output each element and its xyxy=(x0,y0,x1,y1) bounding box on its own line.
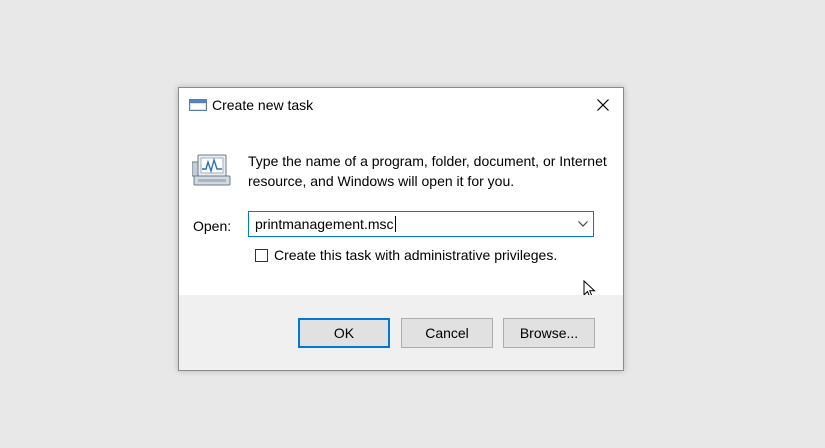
admin-privileges-row[interactable]: Create this task with administrative pri… xyxy=(255,246,557,264)
admin-privileges-label: Create this task with administrative pri… xyxy=(274,247,558,263)
combo-dropdown-button[interactable] xyxy=(573,212,593,236)
open-label: Open: xyxy=(193,218,232,234)
admin-privileges-checkbox[interactable] xyxy=(255,248,268,262)
close-button[interactable] xyxy=(583,88,623,122)
dialog-body: Type the name of a program, folder, docu… xyxy=(179,122,623,299)
ok-button[interactable]: OK xyxy=(298,318,390,348)
dialog-footer: OK Cancel Browse... xyxy=(179,295,623,370)
run-window-icon xyxy=(189,97,207,113)
open-input-value: printmanagement.msc xyxy=(255,216,394,232)
title-bar: Create new task xyxy=(179,88,623,122)
create-new-task-dialog: Create new task Type the name of a progr… xyxy=(178,87,624,371)
close-icon xyxy=(597,99,609,111)
open-input[interactable]: printmanagement.msc xyxy=(255,216,396,232)
chevron-down-icon xyxy=(578,221,588,227)
open-combobox[interactable]: printmanagement.msc xyxy=(248,211,594,237)
cancel-button[interactable]: Cancel xyxy=(401,318,493,348)
dialog-title: Create new task xyxy=(212,97,314,113)
dialog-description: Type the name of a program, folder, docu… xyxy=(248,153,607,189)
browse-button[interactable]: Browse... xyxy=(503,318,595,348)
text-caret xyxy=(394,216,396,232)
run-program-icon xyxy=(191,152,232,188)
